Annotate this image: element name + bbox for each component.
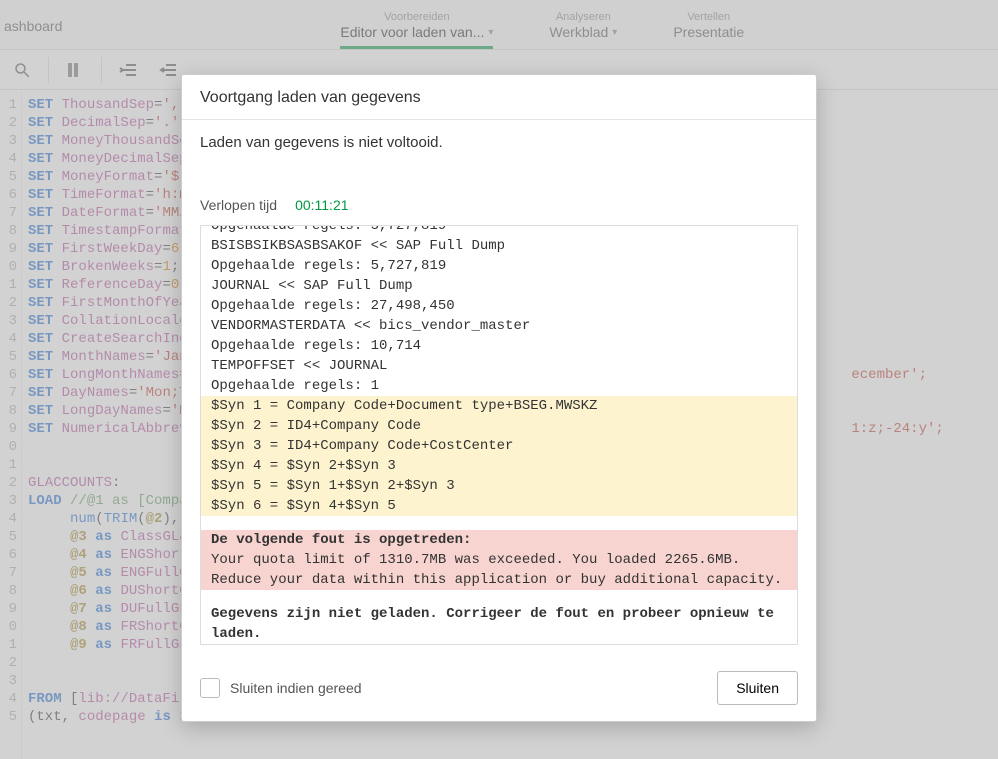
- final-status-line: Gegevens zijn niet geladen. Corrigeer de…: [201, 604, 797, 644]
- log-line: Opgehaalde regels: 1: [201, 376, 797, 396]
- log-line: $Syn 5 = $Syn 1+$Syn 2+$Syn 3: [201, 476, 797, 496]
- load-progress-dialog: Voortgang laden van gegevens Laden van g…: [181, 74, 817, 722]
- log-line: Opgehaalde regels: 10,714: [201, 336, 797, 356]
- elapsed-label: Verlopen tijd: [200, 197, 277, 213]
- error-heading: De volgende fout is opgetreden:: [201, 530, 797, 550]
- modal-overlay: Voortgang laden van gegevens Laden van g…: [0, 0, 998, 759]
- dialog-title: Voortgang laden van gegevens: [182, 75, 816, 120]
- log-line: TEMPOFFSET << JOURNAL: [201, 356, 797, 376]
- close-when-done-checkbox[interactable]: [200, 678, 220, 698]
- elapsed-value: 00:11:21: [295, 197, 348, 213]
- load-log-panel[interactable]: BSISBSIKBSASBSAK << SAP Full DumpOpgehaa…: [200, 225, 798, 645]
- close-button[interactable]: Sluiten: [717, 671, 798, 705]
- log-line: Opgehaalde regels: 5,727,819: [201, 256, 797, 276]
- log-line: $Syn 1 = Company Code+Document type+BSEG…: [201, 396, 797, 416]
- log-line: VENDORMASTERDATA << bics_vendor_master: [201, 316, 797, 336]
- dialog-headline: Laden van gegevens is niet voltooid.: [200, 134, 798, 151]
- log-line: Opgehaalde regels: 27,498,450: [201, 296, 797, 316]
- log-line: $Syn 6 = $Syn 4+$Syn 5: [201, 496, 797, 516]
- log-line: $Syn 2 = ID4+Company Code: [201, 416, 797, 436]
- log-line: Opgehaalde regels: 5,727,819: [201, 225, 797, 236]
- log-line: JOURNAL << SAP Full Dump: [201, 276, 797, 296]
- close-when-done-label: Sluiten indien gereed: [230, 680, 362, 696]
- error-body: Your quota limit of 1310.7MB was exceede…: [201, 550, 797, 590]
- log-line: BSISBSIKBSASBSAKOF << SAP Full Dump: [201, 236, 797, 256]
- log-line: $Syn 3 = ID4+Company Code+CostCenter: [201, 436, 797, 456]
- log-line: $Syn 4 = $Syn 2+$Syn 3: [201, 456, 797, 476]
